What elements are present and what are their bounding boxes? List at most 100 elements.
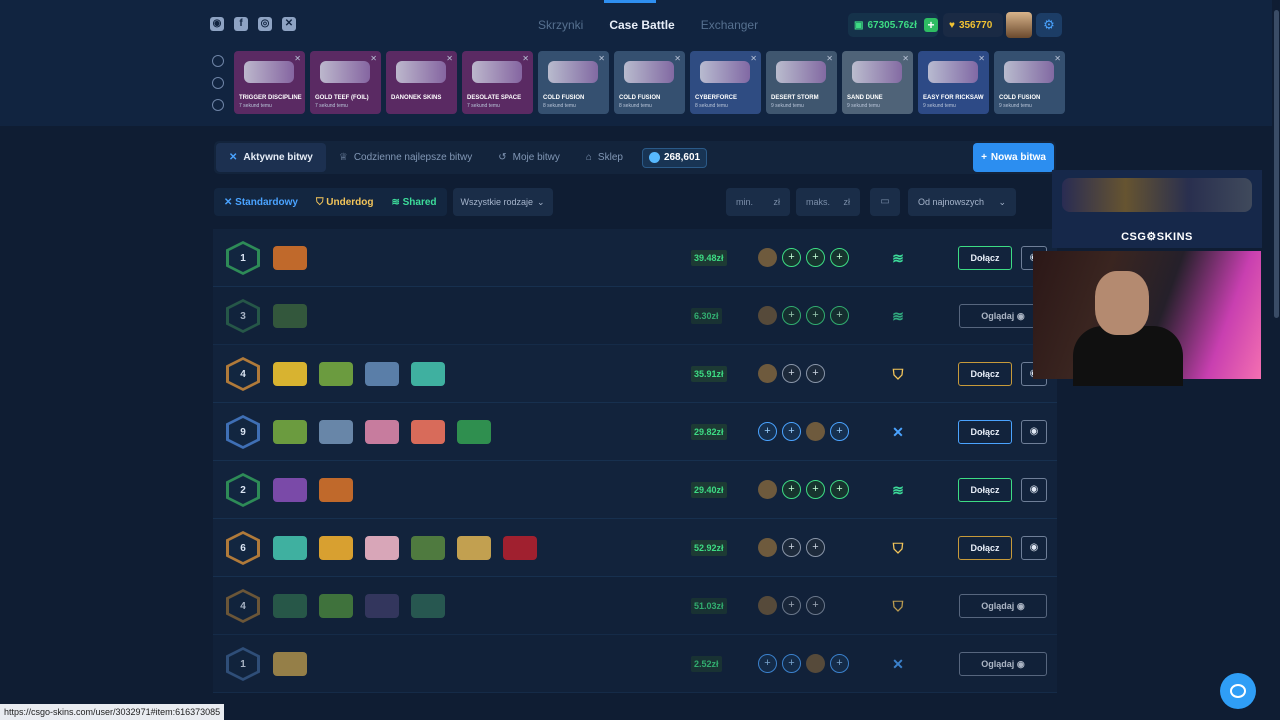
join-slot[interactable]: + <box>782 654 801 673</box>
join-slot[interactable]: + <box>806 480 825 499</box>
instagram-icon[interactable]: ◎ <box>258 17 272 31</box>
join-slot[interactable]: + <box>782 248 801 267</box>
live-drop-card[interactable]: ✕ EASY FOR RICKSAW 9 sekund temu <box>918 51 989 114</box>
tab-active-battles[interactable]: ✕ Aktywne bitwy <box>216 143 326 172</box>
coins-badge[interactable]: ♥ 356770 <box>943 13 1003 37</box>
drop-name: SAND DUNE <box>847 95 883 101</box>
join-slot[interactable]: + <box>830 480 849 499</box>
close-icon[interactable]: ✕ <box>294 54 301 63</box>
eye-icon[interactable]: ◉ <box>1021 536 1047 560</box>
filter-underdog[interactable]: ⛉ Underdog <box>316 197 374 208</box>
case-thumbnail <box>411 536 445 560</box>
live-drop-card[interactable]: ✕ DANONEK SKINS <box>386 51 457 114</box>
join-slot[interactable]: + <box>782 538 801 557</box>
min-input[interactable]: min. zł <box>726 188 790 216</box>
close-icon[interactable]: ✕ <box>978 54 985 63</box>
discord-icon[interactable]: ◉ <box>210 17 224 31</box>
live-drop-card[interactable]: ✕ CYBERFORCE 8 sekund temu <box>690 51 761 114</box>
join-button[interactable]: Dołącz <box>958 478 1012 502</box>
clock-icon[interactable] <box>212 55 224 67</box>
close-icon[interactable]: ✕ <box>750 54 757 63</box>
close-icon[interactable]: ✕ <box>522 54 529 63</box>
join-slot[interactable]: + <box>830 248 849 267</box>
join-slot[interactable]: + <box>782 596 801 615</box>
chat-bubble-icon[interactable] <box>1220 673 1256 709</box>
star-icon[interactable] <box>212 99 224 111</box>
join-slot[interactable]: + <box>830 422 849 441</box>
live-drop-card[interactable]: ✕ GOLD TEEF (FOIL) 7 sekund temu <box>310 51 381 114</box>
live-drop-card[interactable]: ✕ DESERT STORM 9 sekund temu <box>766 51 837 114</box>
join-slot[interactable]: + <box>758 422 777 441</box>
case-thumbnail <box>273 652 307 676</box>
active-nav-marker <box>604 0 656 3</box>
case-thumbnail <box>457 420 491 444</box>
player-slots: + + + <box>758 654 849 673</box>
drop-time: 9 sekund temu <box>771 103 804 109</box>
nav-exchanger[interactable]: Exchanger <box>701 18 758 32</box>
join-slot[interactable]: + <box>830 306 849 325</box>
player-slots: + + + <box>758 306 849 325</box>
battle-value: 35.91zł <box>691 366 727 382</box>
live-drop-card[interactable]: ✕ SAND DUNE 9 sekund temu <box>842 51 913 114</box>
join-slot[interactable]: + <box>782 364 801 383</box>
tab-shop[interactable]: ⌂ Sklep <box>573 143 636 172</box>
battle-value: 6.30zł <box>691 308 722 324</box>
tab-my-battles[interactable]: ↺ Moje bitwy <box>485 143 573 172</box>
watch-button[interactable]: Oglądaj ◉ <box>959 594 1047 618</box>
case-thumbnail <box>503 536 537 560</box>
join-button[interactable]: Dołącz <box>958 246 1012 270</box>
filter-shared[interactable]: ≋ Shared <box>391 197 436 208</box>
join-slot[interactable]: + <box>758 654 777 673</box>
watch-button[interactable]: Oglądaj ◉ <box>959 652 1047 676</box>
wallet-icon: ▣ <box>854 19 864 31</box>
eye-icon[interactable]: ◉ <box>1021 478 1047 502</box>
close-icon[interactable]: ✕ <box>446 54 453 63</box>
type-select[interactable]: Wszystkie rodzaje ⌄ <box>452 188 553 216</box>
tab-daily-best[interactable]: ♕ Codzienne najlepsze bitwy <box>326 143 485 172</box>
settings-gear-icon[interactable]: ⚙ <box>1036 13 1062 37</box>
balance-badge[interactable]: ▣ 67305.76zł + <box>848 13 938 37</box>
join-slot[interactable]: + <box>782 306 801 325</box>
join-slot[interactable]: + <box>806 306 825 325</box>
calendar-icon[interactable]: ▭ <box>870 188 900 216</box>
close-icon[interactable]: ✕ <box>826 54 833 63</box>
live-drop-card[interactable]: ✕ DESOLATE SPACE 7 sekund temu <box>462 51 533 114</box>
join-slot[interactable]: + <box>830 654 849 673</box>
close-icon[interactable]: ✕ <box>902 54 909 63</box>
join-slot[interactable]: + <box>806 596 825 615</box>
join-slot[interactable]: + <box>806 538 825 557</box>
nav-case-battle[interactable]: Case Battle <box>609 18 674 32</box>
join-slot[interactable]: + <box>782 422 801 441</box>
join-button[interactable]: Dołącz <box>958 362 1012 386</box>
close-icon[interactable]: ✕ <box>598 54 605 63</box>
filter-standard[interactable]: ✕ Standardowy <box>224 197 298 208</box>
close-icon[interactable]: ✕ <box>370 54 377 63</box>
live-drop-card[interactable]: ✕ COLD FUSION 9 sekund temu <box>994 51 1065 114</box>
drop-time: 8 sekund temu <box>619 103 652 109</box>
eye-icon[interactable]: ◉ <box>1021 420 1047 444</box>
user-avatar[interactable] <box>1006 12 1032 38</box>
nav-skrzynki[interactable]: Skrzynki <box>538 18 583 32</box>
deposit-plus-icon[interactable]: + <box>923 18 938 32</box>
join-slot[interactable]: + <box>806 364 825 383</box>
max-input[interactable]: maks. zł <box>796 188 860 216</box>
case-thumbnail <box>319 594 353 618</box>
x-icon[interactable]: ✕ <box>282 17 296 31</box>
join-button[interactable]: Dołącz <box>958 536 1012 560</box>
drop-time: 7 sekund temu <box>315 103 348 109</box>
new-battle-button[interactable]: + Nowa bitwa <box>973 143 1054 172</box>
join-slot[interactable]: + <box>806 248 825 267</box>
close-icon[interactable]: ✕ <box>674 54 681 63</box>
join-button[interactable]: Dołącz <box>958 420 1012 444</box>
skin-image <box>852 61 902 83</box>
scrollbar[interactable] <box>1272 0 1280 720</box>
thumb-up-icon[interactable] <box>212 77 224 89</box>
close-icon[interactable]: ✕ <box>1054 54 1061 63</box>
live-drop-card[interactable]: ✕ COLD FUSION 8 sekund temu <box>538 51 609 114</box>
sort-select[interactable]: Od najnowszych ⌄ <box>908 188 1016 216</box>
join-slot[interactable]: + <box>782 480 801 499</box>
live-drop-card[interactable]: ✕ COLD FUSION 8 sekund temu <box>614 51 685 114</box>
live-drop-card[interactable]: ✕ TRIGGER DISCIPLINE 7 sekund temu <box>234 51 305 114</box>
case-list <box>273 652 307 676</box>
facebook-icon[interactable]: f <box>234 17 248 31</box>
